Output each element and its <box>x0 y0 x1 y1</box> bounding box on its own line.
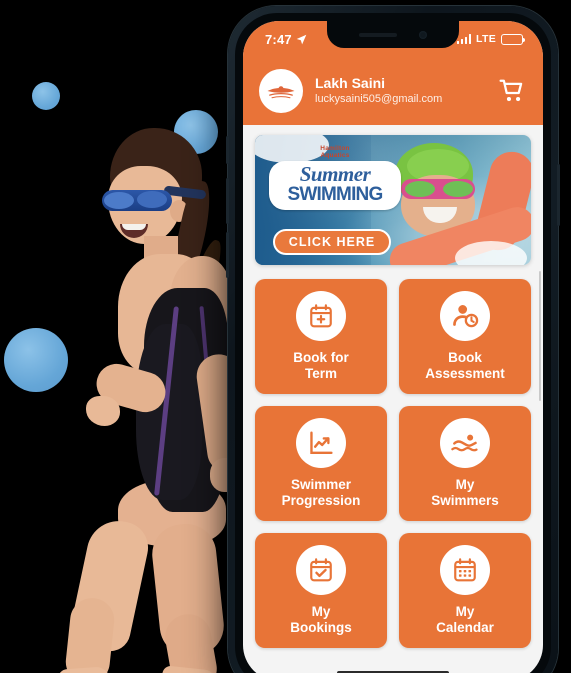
banner-brand-line1: Hamilton <box>320 145 350 152</box>
banner-title-plaque: Summer SWIMMING <box>269 160 401 210</box>
tile-label: My Bookings <box>290 603 352 635</box>
swimmer-logo-icon <box>267 86 295 99</box>
user-info: Lakh Saini luckysaini505@gmail.com <box>315 75 499 107</box>
tile-swimmer-progression[interactable]: Swimmer Progression <box>255 406 387 521</box>
user-email: luckysaini505@gmail.com <box>315 93 443 106</box>
volume-up-button[interactable] <box>226 178 229 224</box>
menu-grid: Book for Term Book Assessment Swimmer Pr… <box>243 269 543 673</box>
network-label: LTE <box>476 33 496 45</box>
tile-book-assessment[interactable]: Book Assessment <box>399 279 531 394</box>
phone-mockup: 7:47 LTE Lakh Saini luckysaini505@gmail.… <box>226 6 560 673</box>
banner-title-line1: Summer <box>299 161 371 186</box>
shopping-cart-icon[interactable] <box>499 78 525 104</box>
silent-switch[interactable] <box>226 136 229 164</box>
banner-logo: Hamilton Aquatics Summer SWIMMING <box>269 145 401 210</box>
status-bar-left: 7:47 <box>265 32 307 47</box>
page-root: 7:47 LTE Lakh Saini luckysaini505@gmail.… <box>0 0 571 673</box>
banner-cta-button[interactable]: CLICK HERE <box>273 229 391 255</box>
calendar-check-icon <box>296 544 346 595</box>
avatar[interactable] <box>259 69 303 113</box>
promo-banner[interactable]: Hamilton Aquatics Summer SWIMMING CLICK … <box>255 135 531 265</box>
goggle-lens-right <box>443 181 473 197</box>
front-camera-icon <box>419 30 427 39</box>
tile-book-for-term[interactable]: Book for Term <box>255 279 387 394</box>
scrollbar[interactable] <box>538 271 541 401</box>
person-clock-icon <box>440 290 490 341</box>
chart-trend-icon <box>296 417 346 468</box>
calendar-grid-icon <box>440 544 490 595</box>
status-bar-right: LTE <box>456 33 526 45</box>
tile-label: My Calendar <box>436 603 494 635</box>
battery-icon <box>501 33 526 45</box>
swimmer-icon <box>440 417 490 468</box>
tile-label: Book Assessment <box>425 349 505 381</box>
phone-bezel: 7:47 LTE Lakh Saini luckysaini505@gmail.… <box>235 13 551 673</box>
promo-banner-wrap: Hamilton Aquatics Summer SWIMMING CLICK … <box>243 125 543 265</box>
phone-screen: 7:47 LTE Lakh Saini luckysaini505@gmail.… <box>243 21 543 673</box>
tile-my-swimmers[interactable]: My Swimmers <box>399 406 531 521</box>
tile-my-bookings[interactable]: My Bookings <box>255 533 387 648</box>
earpiece-speaker <box>359 32 397 37</box>
signal-bars-icon <box>456 34 472 44</box>
tile-my-calendar[interactable]: My Calendar <box>399 533 531 648</box>
app-header: Lakh Saini luckysaini505@gmail.com <box>243 57 543 125</box>
banner-brand-line2: Aquatics <box>320 152 350 160</box>
volume-down-button[interactable] <box>226 232 229 278</box>
bubble-small-icon <box>32 82 60 110</box>
location-arrow-icon <box>296 34 307 44</box>
phone-notch <box>327 21 459 48</box>
power-button[interactable] <box>557 164 560 226</box>
banner-title-line2: SWIMMING <box>287 183 384 205</box>
user-name: Lakh Saini <box>315 74 386 91</box>
tile-label: My Swimmers <box>431 476 499 508</box>
goggle-lens-left <box>405 181 435 197</box>
status-time: 7:47 <box>265 31 292 47</box>
tile-label: Book for Term <box>293 349 349 381</box>
calendar-plus-icon <box>296 290 346 341</box>
tile-label: Swimmer Progression <box>281 476 361 508</box>
